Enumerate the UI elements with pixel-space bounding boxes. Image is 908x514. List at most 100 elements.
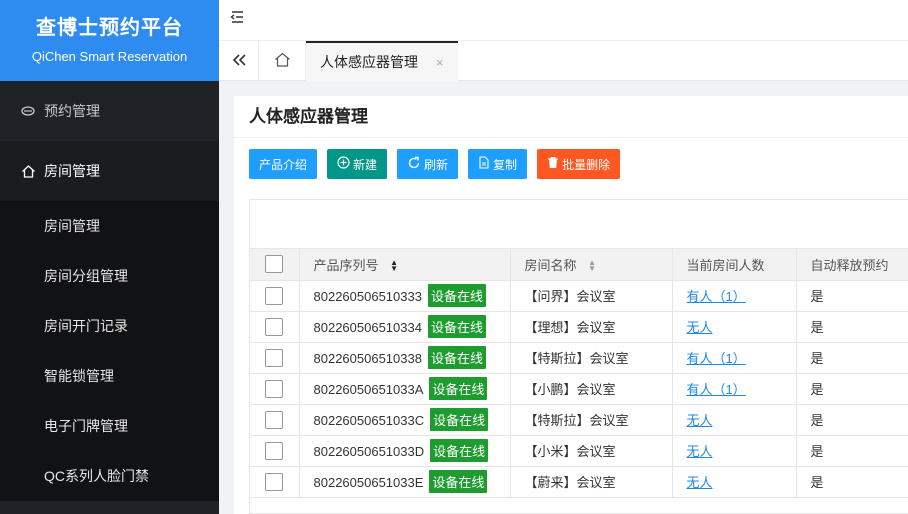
table-row: 802260506510338 设备在线 【特斯拉】会议室 有人（1） 是 [250,342,908,374]
room-cell: 【蔚来】会议室 [510,466,673,498]
row-checkbox[interactable] [265,317,284,336]
row-checkbox[interactable] [265,410,284,429]
menu-group-room[interactable]: 房间管理 [0,141,219,201]
refresh-label: 刷新 [424,157,449,172]
occupancy-link[interactable]: 无人 [687,444,713,459]
select-all-checkbox[interactable] [265,255,284,274]
sort-icon[interactable]: ▲ ▼ [588,259,596,273]
batch-delete-label: 批量删除 [562,157,611,172]
tabs-scroll-left-button[interactable] [219,41,259,81]
serial-cell: 80226050651033C 设备在线 [299,404,511,436]
main-panel: 人体感应器管理 产品介绍 新建 刷新 复制 批量删除 产品序列号 ▲ ▼ 房间名… [234,96,908,514]
column-header-auto-release: 自动释放预约 [796,249,908,281]
occupancy-cell: 有人（1） [672,373,797,405]
batch-delete-button[interactable]: 批量删除 [537,149,621,179]
row-select-cell [250,466,300,498]
row-checkbox[interactable] [265,472,284,491]
brand: 查博士预约平台 QiChen Smart Reservation [0,0,219,81]
new-label: 新建 [353,157,378,172]
serial-number: 80226050651033E [313,475,424,490]
menu-group-label: 预约管理 [44,103,100,119]
sidebar-item-door-records[interactable]: 房间开门记录 [0,301,219,351]
sidebar-item-door-sign[interactable]: 电子门牌管理 [0,401,219,451]
brand-title: 查博士预约平台 [36,17,183,39]
refresh-icon [407,156,421,173]
sidebar-item-room-management[interactable]: 房间管理 [0,201,219,251]
serial-number: 802260506510333 [313,289,422,304]
room-cell: 【理想】会议室 [510,311,673,343]
fold-menu-icon[interactable] [229,9,247,27]
serial-cell: 80226050651033A 设备在线 [299,373,511,405]
column-header-label: 当前房间人数 [686,257,765,273]
tab-label: 人体感应器管理 [320,54,418,70]
serial-cell: 80226050651033D 设备在线 [299,435,511,467]
serial-number: 80226050651033A [313,382,424,397]
row-select-cell [250,373,300,405]
auto-release-cell: 是 [796,404,908,436]
sidebar-item-smart-lock[interactable]: 智能锁管理 [0,351,219,401]
brand-subtitle: QiChen Smart Reservation [31,49,188,64]
data-table: 产品序列号 ▲ ▼ 房间名称 ▲ ▼ 当前房间人数 自动释放预约 8022605… [249,199,908,514]
sidebar-item-room-groups[interactable]: 房间分组管理 [0,251,219,301]
room-cell: 【特斯拉】会议室 [510,404,673,436]
table-row: 802260506510333 设备在线 【问界】会议室 有人（1） 是 [250,280,908,312]
column-header-label: 房间名称 [524,257,577,273]
serial-cell: 80226050651033E 设备在线 [299,466,511,498]
sort-icon[interactable]: ▲ ▼ [390,259,398,273]
row-select-cell [250,342,300,374]
menu-group-reservation[interactable]: 预约管理 [0,81,219,141]
table-row: 80226050651033C 设备在线 【特斯拉】会议室 无人 是 [250,404,908,436]
auto-release-cell: 是 [796,311,908,343]
table-row: 802260506510334 设备在线 【理想】会议室 无人 是 [250,311,908,343]
home-tab-button[interactable] [259,41,306,81]
reservation-icon [20,103,36,119]
row-select-cell [250,311,300,343]
plus-circle-icon [337,156,350,172]
tab-sensor-management[interactable]: 人体感应器管理 × [306,41,458,81]
auto-release-cell: 是 [796,466,908,498]
occupancy-cell: 有人（1） [672,342,797,374]
room-cell: 【问界】会议室 [510,280,673,312]
copy-button[interactable]: 复制 [468,149,528,179]
auto-release-cell: 是 [796,435,908,467]
column-header-label: 产品序列号 [313,257,379,273]
table-header-row: 产品序列号 ▲ ▼ 房间名称 ▲ ▼ 当前房间人数 自动释放预约 [250,249,908,281]
select-all-cell [250,249,300,281]
copy-label: 复制 [493,157,518,172]
occupancy-link[interactable]: 有人（1） [687,382,746,397]
serial-cell: 802260506510333 设备在线 [299,280,511,312]
occupancy-cell: 无人 [672,435,797,467]
row-select-cell [250,404,300,436]
occupancy-link[interactable]: 无人 [687,413,713,428]
product-intro-label: 产品介绍 [259,157,308,172]
refresh-button[interactable]: 刷新 [397,149,459,179]
status-badge: 设备在线 [430,439,489,462]
new-button[interactable]: 新建 [327,149,388,179]
top-bar [219,0,908,41]
product-intro-button[interactable]: 产品介绍 [249,149,318,179]
occupancy-link[interactable]: 无人 [687,320,713,335]
home-icon [274,52,291,70]
row-checkbox[interactable] [265,286,284,305]
close-icon[interactable]: × [436,55,444,70]
auto-release-cell: 是 [796,342,908,374]
column-header-serial[interactable]: 产品序列号 ▲ ▼ [299,249,511,281]
occupancy-link[interactable]: 无人 [687,475,713,490]
serial-cell: 802260506510338 设备在线 [299,342,511,374]
occupancy-link[interactable]: 有人（1） [687,351,746,366]
status-badge: 设备在线 [427,346,486,369]
tab-bar: 人体感应器管理 × [219,41,908,81]
double-chevron-left-icon [231,53,247,70]
table-toolbar [250,200,908,249]
row-checkbox[interactable] [265,348,284,367]
occupancy-cell: 无人 [672,404,797,436]
sidebar-item-face-access[interactable]: QC系列人脸门禁 [0,451,219,501]
auto-release-cell: 是 [796,373,908,405]
occupancy-link[interactable]: 有人（1） [687,289,746,304]
row-checkbox[interactable] [265,441,284,460]
column-header-room[interactable]: 房间名称 ▲ ▼ [510,249,673,281]
row-checkbox[interactable] [265,379,284,398]
status-badge: 设备在线 [429,377,488,400]
occupancy-cell: 有人（1） [672,280,797,312]
sidebar: 查博士预约平台 QiChen Smart Reservation 预约管理 房间… [0,0,219,514]
